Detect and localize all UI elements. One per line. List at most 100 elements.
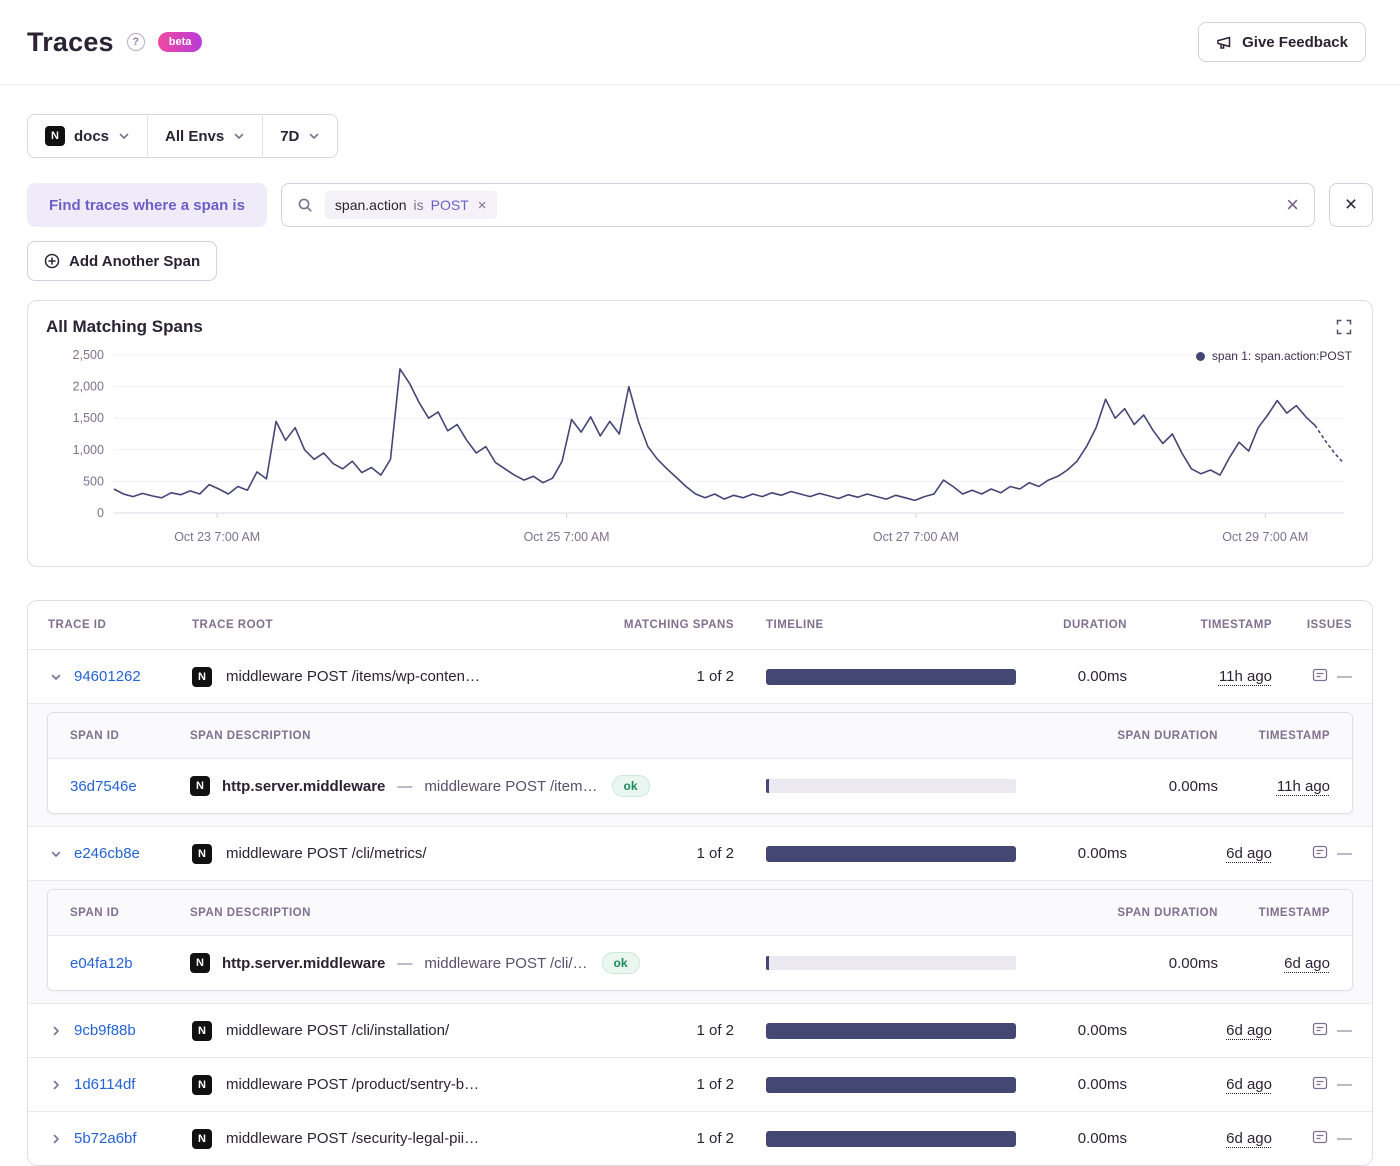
separator-dash: —: [397, 778, 412, 795]
remove-span-filter-button[interactable]: ×: [1329, 183, 1373, 227]
issues-empty-dash: —: [1337, 668, 1352, 685]
col-span-duration: SPAN DURATION: [1022, 730, 1218, 742]
token-remove-icon[interactable]: ×: [478, 198, 487, 213]
legend-label: span 1: span.action:POST: [1212, 349, 1352, 363]
span-op: http.server.middleware: [222, 778, 385, 795]
trace-id-link[interactable]: 5b72a6bf: [74, 1130, 137, 1147]
platform-icon: N: [192, 667, 212, 687]
col-span-id: SPAN ID: [48, 907, 190, 919]
span-op: http.server.middleware: [222, 955, 385, 972]
span-timeline-track[interactable]: [766, 779, 1016, 793]
table-row[interactable]: 94601262 N middleware POST /items/wp-con…: [28, 649, 1372, 703]
spans-time-series-chart[interactable]: 05001,0001,5002,0002,500Oct 23 7:00 AMOc…: [46, 345, 1354, 555]
svg-text:Oct 29 7:00 AM: Oct 29 7:00 AM: [1222, 530, 1308, 544]
timestamp-value[interactable]: 6d ago: [1226, 1076, 1272, 1093]
col-issues: ISSUES: [1272, 619, 1352, 631]
issues-icon: [1312, 1075, 1328, 1095]
span-timestamp-value[interactable]: 6d ago: [1284, 955, 1330, 972]
table-row[interactable]: 5b72a6bf N middleware POST /security-leg…: [28, 1111, 1372, 1165]
chevron-right-icon[interactable]: [48, 1023, 64, 1039]
span-timeline-tick: [766, 956, 769, 970]
span-condition-label: Find traces where a span is: [27, 183, 267, 227]
table-row[interactable]: 9cb9f88b N middleware POST /cli/installa…: [28, 1003, 1372, 1057]
col-span-duration: SPAN DURATION: [1022, 907, 1218, 919]
chevron-right-icon[interactable]: [48, 1131, 64, 1147]
svg-text:Oct 23 7:00 AM: Oct 23 7:00 AM: [174, 530, 260, 544]
col-span-description: SPAN DESCRIPTION: [190, 730, 734, 742]
issues-empty-dash: —: [1337, 1130, 1352, 1147]
project-filter[interactable]: N docs: [28, 115, 148, 157]
timestamp-value[interactable]: 6d ago: [1226, 1022, 1272, 1039]
timestamp-value[interactable]: 11h ago: [1219, 668, 1272, 685]
col-span-description: SPAN DESCRIPTION: [190, 907, 734, 919]
beta-badge: beta: [158, 32, 203, 52]
time-period-filter[interactable]: 7D: [263, 115, 337, 157]
timeline-bar[interactable]: [766, 669, 1016, 685]
span-duration-value: 0.00ms: [1022, 778, 1218, 795]
trace-id-link[interactable]: e246cb8e: [74, 845, 140, 862]
span-description: middleware POST /item…: [424, 778, 597, 795]
page-header: Traces ? beta Give Feedback: [0, 0, 1400, 85]
clear-search-icon[interactable]: ×: [1286, 194, 1299, 216]
timeline-bar[interactable]: [766, 1077, 1016, 1093]
time-period-label: 7D: [280, 128, 299, 145]
duration-value: 0.00ms: [1022, 1022, 1127, 1039]
span-row[interactable]: e04fa12b N http.server.middleware — midd…: [48, 936, 1352, 990]
col-matching-spans: MATCHING SPANS: [592, 619, 734, 631]
platform-icon: N: [190, 953, 210, 973]
svg-text:0: 0: [97, 506, 104, 520]
table-row[interactable]: 1d6114df N middleware POST /product/sent…: [28, 1057, 1372, 1111]
chevron-down-icon: [118, 130, 130, 142]
environment-filter[interactable]: All Envs: [148, 115, 263, 157]
help-icon[interactable]: ?: [127, 33, 145, 51]
issues-icon: [1312, 1021, 1328, 1041]
timeline-bar[interactable]: [766, 1023, 1016, 1039]
svg-text:1,500: 1,500: [73, 411, 104, 425]
close-icon: ×: [1345, 193, 1357, 217]
col-span-timestamp: TIMESTAMP: [1218, 907, 1352, 919]
megaphone-icon: [1216, 34, 1232, 50]
chevron-right-icon[interactable]: [48, 1077, 64, 1093]
trace-root-label: middleware POST /product/sentry-b…: [226, 1076, 479, 1093]
span-row[interactable]: 36d7546e N http.server.middleware — midd…: [48, 759, 1352, 813]
project-filter-label: docs: [74, 128, 109, 145]
matching-spans-value: 1 of 2: [592, 845, 734, 862]
span-timestamp-value[interactable]: 11h ago: [1277, 778, 1330, 795]
token-value: POST: [431, 197, 469, 213]
chart-legend[interactable]: span 1: span.action:POST: [1196, 349, 1352, 363]
svg-text:2,500: 2,500: [73, 348, 104, 362]
timestamp-value[interactable]: 6d ago: [1226, 845, 1272, 862]
timestamp-value[interactable]: 6d ago: [1226, 1130, 1272, 1147]
trace-root-label: middleware POST /security-legal-pii…: [226, 1130, 479, 1147]
fullscreen-icon[interactable]: [1334, 317, 1354, 337]
give-feedback-button[interactable]: Give Feedback: [1198, 22, 1366, 62]
add-another-span-button[interactable]: Add Another Span: [27, 241, 217, 281]
platform-icon: N: [190, 776, 210, 796]
trace-id-link[interactable]: 94601262: [74, 668, 141, 685]
table-row[interactable]: e246cb8e N middleware POST /cli/metrics/…: [28, 826, 1372, 880]
search-icon: [297, 197, 313, 213]
chevron-down-icon: [233, 130, 245, 142]
filter-token[interactable]: span.action is POST ×: [325, 191, 497, 219]
platform-icon: N: [192, 1075, 212, 1095]
matching-spans-value: 1 of 2: [592, 1076, 734, 1093]
span-timeline-track[interactable]: [766, 956, 1016, 970]
trace-id-link[interactable]: 9cb9f88b: [74, 1022, 136, 1039]
search-input[interactable]: span.action is POST × ×: [281, 183, 1315, 227]
platform-icon: N: [192, 1129, 212, 1149]
legend-dot: [1196, 352, 1205, 361]
timeline-bar[interactable]: [766, 1131, 1016, 1147]
issues-empty-dash: —: [1337, 1022, 1352, 1039]
environment-filter-label: All Envs: [165, 128, 224, 145]
trace-id-link[interactable]: 1d6114df: [74, 1076, 135, 1093]
issues-empty-dash: —: [1337, 1076, 1352, 1093]
trace-root-label: middleware POST /cli/installation/: [226, 1022, 449, 1039]
duration-value: 0.00ms: [1022, 1076, 1127, 1093]
svg-text:Oct 27 7:00 AM: Oct 27 7:00 AM: [873, 530, 959, 544]
chevron-down-icon[interactable]: [48, 669, 64, 685]
span-id-link[interactable]: 36d7546e: [70, 778, 137, 795]
chevron-down-icon[interactable]: [48, 846, 64, 862]
timeline-bar[interactable]: [766, 846, 1016, 862]
spans-table-header: SPAN ID SPAN DESCRIPTION SPAN DURATION T…: [48, 890, 1352, 936]
span-id-link[interactable]: e04fa12b: [70, 955, 133, 972]
